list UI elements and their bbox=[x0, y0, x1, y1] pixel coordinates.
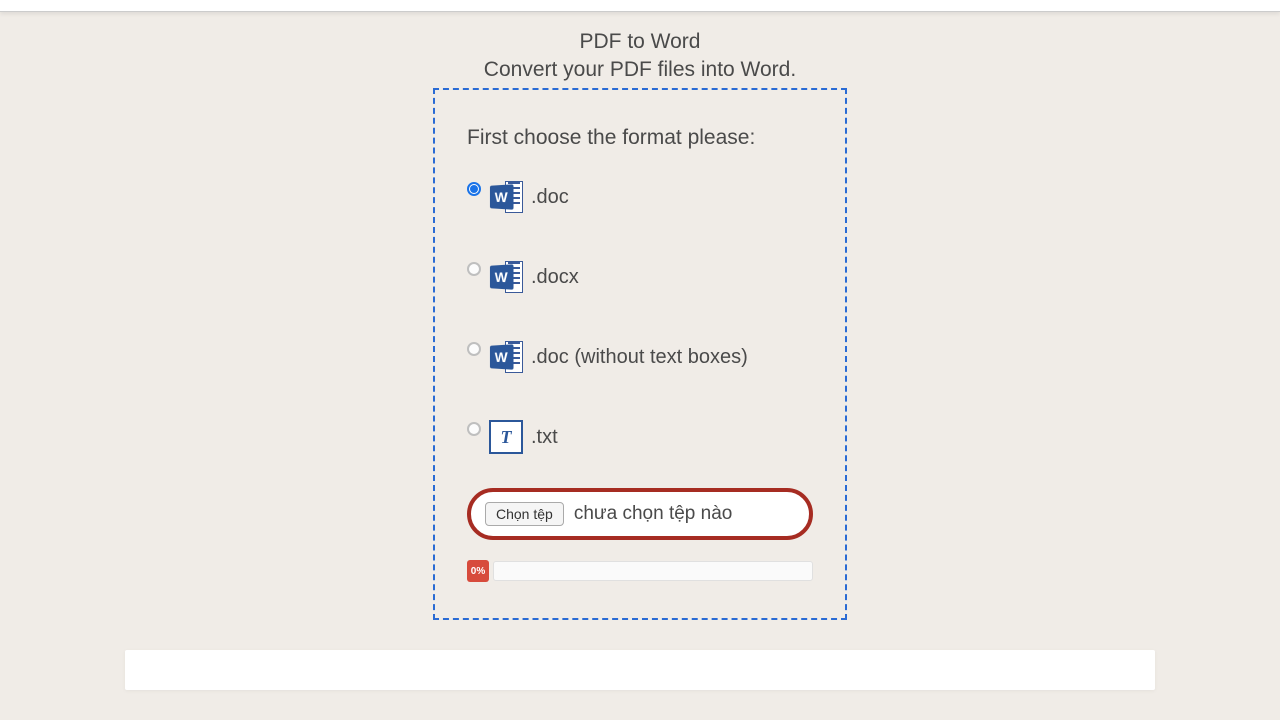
format-option-txt[interactable]: T .txt bbox=[467, 420, 813, 454]
progress-row: 0% bbox=[467, 560, 813, 582]
word-icon: W bbox=[489, 340, 523, 374]
progress-bar bbox=[493, 561, 813, 581]
bottom-card bbox=[125, 650, 1155, 690]
page-content: PDF to Word Convert your PDF files into … bbox=[0, 12, 1280, 690]
option-label: .txt bbox=[531, 426, 558, 449]
choose-file-button[interactable]: Chọn tệp bbox=[485, 502, 564, 526]
no-file-text: chưa chọn tệp nào bbox=[574, 503, 733, 525]
file-upload-box[interactable]: Chọn tệp chưa chọn tệp nào bbox=[467, 488, 813, 540]
option-label-wrap: W .doc bbox=[489, 180, 569, 214]
option-label: .doc (without text boxes) bbox=[531, 346, 748, 369]
page-title: PDF to Word bbox=[0, 30, 1280, 54]
page-subtitle: Convert your PDF files into Word. bbox=[0, 58, 1280, 82]
radio-docx[interactable] bbox=[467, 262, 481, 276]
format-heading: First choose the format please: bbox=[467, 126, 813, 150]
option-label: .docx bbox=[531, 266, 579, 289]
option-label-wrap: W .docx bbox=[489, 260, 579, 294]
format-option-doc-no-textboxes[interactable]: W .doc (without text boxes) bbox=[467, 340, 813, 374]
option-label-wrap: W .doc (without text boxes) bbox=[489, 340, 748, 374]
format-option-docx[interactable]: W .docx bbox=[467, 260, 813, 294]
option-label: .doc bbox=[531, 186, 569, 209]
radio-txt[interactable] bbox=[467, 422, 481, 436]
word-icon: W bbox=[489, 260, 523, 294]
option-label-wrap: T .txt bbox=[489, 420, 558, 454]
format-option-doc[interactable]: W .doc bbox=[467, 180, 813, 214]
txt-icon: T bbox=[489, 420, 523, 454]
word-icon: W bbox=[489, 180, 523, 214]
top-bar bbox=[0, 0, 1280, 12]
radio-doc[interactable] bbox=[467, 182, 481, 196]
progress-badge: 0% bbox=[467, 560, 489, 582]
radio-doc-no-textboxes[interactable] bbox=[467, 342, 481, 356]
converter-panel: First choose the format please: W .doc W… bbox=[433, 88, 847, 620]
